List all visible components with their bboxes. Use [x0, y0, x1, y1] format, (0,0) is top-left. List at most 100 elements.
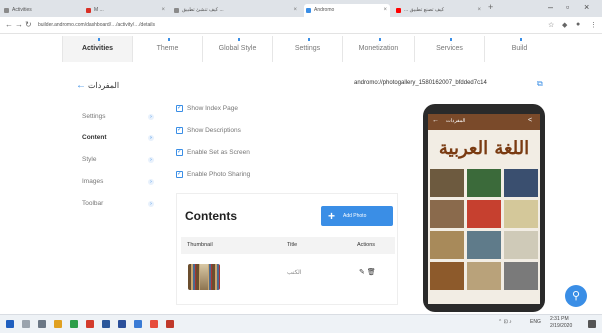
profile-icon[interactable]: ●: [576, 21, 580, 28]
file-explorer-icon[interactable]: [54, 320, 62, 328]
info-icon: ›: [148, 179, 154, 185]
back-icon[interactable]: ←: [5, 20, 13, 29]
tab-monetization[interactable]: Monetization: [342, 36, 414, 62]
option-show-descriptions[interactable]: ✓ Show Descriptions: [176, 126, 241, 136]
tab-theme[interactable]: Theme: [132, 36, 202, 62]
clock-time[interactable]: 2:31 PM: [550, 316, 569, 322]
forward-icon[interactable]: →: [15, 20, 23, 29]
table-header: Thumbnail Title Actions: [181, 237, 395, 254]
tray-icons[interactable]: ⌃ ⊡ ♪: [498, 319, 512, 325]
grid-photo: [504, 169, 538, 197]
tab-indicator: [97, 38, 100, 41]
sidebar-item-settings[interactable]: Settings ›: [82, 108, 162, 126]
extension-icon[interactable]: ◆: [562, 21, 567, 29]
app-icon[interactable]: [134, 320, 142, 328]
column-header-actions: Actions: [357, 242, 376, 248]
app-icon[interactable]: [118, 320, 126, 328]
photo-thumbnail[interactable]: [188, 264, 220, 290]
menu-icon[interactable]: ⋮: [590, 21, 597, 29]
search-fab-button[interactable]: ⚲: [565, 285, 587, 307]
sidebar-item-images[interactable]: Images ›: [82, 173, 162, 191]
page-icon: [174, 8, 179, 13]
checkbox[interactable]: ✓: [176, 171, 183, 178]
browser-tab-activities[interactable]: Activities: [2, 4, 78, 17]
tab-activities[interactable]: Activities: [62, 36, 132, 62]
sidebar-item-label: Content: [82, 134, 107, 141]
sidebar-item-label: Toolbar: [82, 200, 104, 207]
gmail-icon: [86, 8, 91, 13]
delete-icon[interactable]: 🗑: [367, 269, 376, 276]
page-title: المفردات: [88, 81, 120, 90]
language-indicator[interactable]: ENG: [530, 319, 541, 325]
edit-icon[interactable]: ✎: [359, 269, 365, 276]
sidebar-item-toolbar[interactable]: Toolbar ›: [82, 195, 162, 213]
table-row-actions: ✎ 🗑: [359, 268, 376, 276]
back-arrow-icon[interactable]: ←: [76, 80, 86, 91]
tab-services[interactable]: Services: [414, 36, 484, 62]
app-icon[interactable]: [166, 320, 174, 328]
photo-grid: [430, 169, 538, 290]
tab-label: Theme: [156, 45, 179, 52]
close-icon[interactable]: ×: [477, 4, 481, 17]
add-photo-button[interactable]: + Add Photo: [321, 206, 393, 226]
tab-indicator: [519, 38, 522, 41]
grid-photo: [430, 231, 464, 259]
tab-global-style[interactable]: Global Style: [202, 36, 272, 62]
app-icon[interactable]: [70, 320, 78, 328]
browser-tab-article[interactable]: كيف تنشئ تطبيق ... ×: [172, 4, 300, 17]
arabic-calligraphy: اللغة العربية: [438, 138, 530, 159]
start-icon[interactable]: [6, 320, 14, 328]
grid-photo: [467, 200, 501, 228]
tab-indicator: [449, 38, 452, 41]
contents-panel: Contents + Add Photo Thumbnail Title Act…: [176, 193, 398, 305]
sidebar-item-style[interactable]: Style ›: [82, 151, 162, 169]
column-header-thumbnail: Thumbnail: [187, 242, 213, 248]
checkbox[interactable]: ✓: [176, 105, 183, 112]
checkbox[interactable]: ✓: [176, 149, 183, 156]
checkbox[interactable]: ✓: [176, 127, 183, 134]
task-view-icon[interactable]: [38, 320, 46, 328]
browser-tab-strip: Activities M ... × كيف تنشئ تطبيق ... × …: [0, 0, 602, 17]
window-close-icon[interactable]: ×: [584, 2, 589, 12]
tab-build[interactable]: Build: [484, 36, 554, 62]
info-icon: ›: [148, 157, 154, 163]
minimize-icon[interactable]: –: [548, 2, 553, 12]
chrome-icon[interactable]: [150, 320, 158, 328]
url-field[interactable]: builder.andromo.com/dashboard/…/activity…: [38, 22, 155, 28]
notification-icon[interactable]: [588, 320, 596, 328]
app-icon[interactable]: [86, 320, 94, 328]
bookmark-star-icon[interactable]: ☆: [548, 21, 554, 29]
grid-photo: [467, 231, 501, 259]
close-icon[interactable]: ×: [161, 4, 165, 17]
app-url: andromo://photogallery_1580162007_bfdded…: [354, 80, 487, 86]
option-show-index-page[interactable]: ✓ Show Index Page: [176, 104, 238, 114]
option-enable-set-as-screen[interactable]: ✓ Enable Set as Screen: [176, 148, 250, 158]
phone-app-bar: ← المفردات <: [428, 114, 540, 130]
sidebar-item-label: Images: [82, 178, 104, 185]
clock-date[interactable]: 2/19/2020: [550, 323, 572, 329]
tab-label: Build: [511, 45, 528, 52]
sidebar-item-content[interactable]: Content ›: [82, 129, 162, 147]
browser-tab-gmail[interactable]: M ... ×: [84, 4, 168, 17]
copy-icon[interactable]: ⧉: [537, 79, 543, 89]
info-icon: ›: [148, 114, 154, 120]
option-enable-photo-sharing[interactable]: ✓ Enable Photo Sharing: [176, 170, 250, 180]
sidebar-item-label: Settings: [82, 113, 106, 120]
reload-icon[interactable]: ↻: [25, 20, 32, 29]
new-tab-button[interactable]: +: [488, 2, 493, 12]
browser-tab-andromo[interactable]: Andromo ×: [304, 4, 390, 17]
search-taskbar-icon[interactable]: [22, 320, 30, 328]
tab-settings[interactable]: Settings: [272, 36, 342, 62]
grid-photo: [430, 262, 464, 290]
word-icon[interactable]: [102, 320, 110, 328]
photo-title: الكتب: [287, 270, 302, 276]
browser-tab-youtube[interactable]: ... كيف تصنع تطبيق ×: [394, 4, 484, 17]
app-tabs: Activities Theme Global Style Settings M…: [62, 36, 554, 62]
option-label: Enable Photo Sharing: [187, 171, 251, 178]
share-icon: <: [528, 117, 533, 124]
browser-tab-label: كيف تنشئ تطبيق ...: [182, 7, 224, 13]
close-icon[interactable]: ×: [383, 4, 387, 17]
close-icon[interactable]: ×: [293, 4, 297, 17]
maximize-icon[interactable]: ▫: [566, 2, 569, 12]
browser-tab-label: M ...: [94, 7, 104, 13]
